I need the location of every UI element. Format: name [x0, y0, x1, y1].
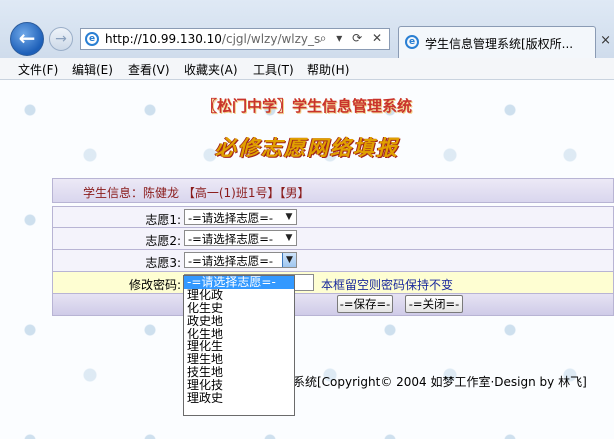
menu-bar: 文件(F) 编辑(E) 查看(V) 收藏夹(A) 工具(T) 帮助(H) [0, 58, 614, 80]
address-bar-buttons[interactable]: ⌕ ▾ ⟳ ✕ [320, 31, 385, 46]
menu-tools[interactable]: 工具(T) [253, 61, 294, 78]
menu-file[interactable]: 文件(F) [18, 61, 58, 78]
menu-view[interactable]: 查看(V) [128, 61, 170, 78]
save-button[interactable]: -=保存=- [337, 295, 393, 313]
dropdown-arrow-icon[interactable]: ▼ [282, 253, 296, 267]
choice3-dropdown-list[interactable]: -=请选择志愿=- 理化政 化生史 政史地 化生地 理化生 理生地 技生地 理化… [183, 275, 295, 416]
browser-tab[interactable]: e 学生信息管理系统[版权所... × [398, 26, 611, 58]
dropdown-option[interactable]: 理生地 [184, 353, 294, 366]
ie-page-icon: e [85, 32, 99, 46]
dropdown-option[interactable]: 理政史 [184, 392, 294, 405]
ie-tab-icon: e [405, 35, 419, 49]
dropdown-option[interactable]: 理化生 [184, 340, 294, 353]
choice3-value: -=请选择志愿=- [188, 254, 274, 268]
dropdown-arrow-icon[interactable]: ▼ [282, 210, 296, 224]
student-info: 学生信息：陈健龙 【高一(1)班1号】【男】 [83, 186, 310, 200]
button-row: -=保存=- -=关闭=- [52, 294, 614, 316]
choice1-label: 志愿1: [145, 213, 181, 227]
tab-title: 学生信息管理系统[版权所... [425, 37, 574, 51]
choice1-select[interactable]: -=请选择志愿=- ▼ [184, 209, 297, 225]
choice-form: 志愿1: -=请选择志愿=- ▼ 志愿2: -=请选择志愿=- ▼ 志愿3: -… [52, 206, 614, 316]
browser-chrome: ← → e http://10.99.130.10/cjgl/wlzy/wlzy… [0, 0, 614, 58]
page-subtitle: 必修志愿网络填报 [215, 135, 399, 160]
back-arrow-icon[interactable]: ← [10, 22, 44, 56]
dropdown-option[interactable]: 政史地 [184, 315, 294, 328]
url-path: /cjgl/wlzy/wlzy_s [221, 32, 321, 46]
dropdown-option[interactable]: 化生地 [184, 328, 294, 341]
address-text[interactable]: http://10.99.130.10/cjgl/wlzy/wlzy_s [105, 32, 320, 46]
tab-close-icon[interactable]: × [600, 33, 611, 48]
address-bar[interactable]: e http://10.99.130.10/cjgl/wlzy/wlzy_s ⌕… [80, 28, 390, 50]
dropdown-option[interactable]: 理化技 [184, 379, 294, 392]
password-label: 修改密码: [128, 278, 181, 292]
forward-arrow-icon[interactable]: → [49, 27, 73, 51]
dropdown-option[interactable]: 技生地 [184, 366, 294, 379]
password-hint: 本框留空则密码保持不变 [321, 278, 454, 292]
choice1-value: -=请选择志愿=- [188, 211, 274, 225]
close-button[interactable]: -=关闭=- [405, 295, 463, 313]
choice2-select[interactable]: -=请选择志愿=- ▼ [184, 230, 297, 246]
menu-help[interactable]: 帮助(H) [307, 61, 349, 78]
choice1-row: 志愿1: -=请选择志愿=- ▼ [52, 206, 614, 228]
school-title: 〖松门中学〗学生信息管理系统 [201, 97, 412, 115]
choice3-row: 志愿3: -=请选择志愿=- ▼ [52, 250, 614, 272]
dropdown-arrow-icon[interactable]: ▼ [282, 231, 296, 245]
password-row: 修改密码: 本框留空则密码保持不变 [52, 272, 614, 294]
choice2-row: 志愿2: -=请选择志愿=- ▼ [52, 228, 614, 250]
choice2-value: -=请选择志愿=- [188, 232, 274, 246]
choice3-label: 志愿3: [145, 256, 181, 270]
dropdown-option[interactable]: -=请选择志愿=- [184, 276, 294, 289]
dropdown-option[interactable]: 化生史 [184, 302, 294, 315]
menu-edit[interactable]: 编辑(E) [72, 61, 113, 78]
url-host: http://10.99.130.10 [105, 32, 222, 46]
student-info-bar: 学生信息：陈健龙 【高一(1)班1号】【男】 [52, 178, 614, 203]
choice2-label: 志愿2: [145, 234, 181, 248]
dropdown-option[interactable]: 理化政 [184, 289, 294, 302]
page-content: 〖松门中学〗学生信息管理系统 必修志愿网络填报 学生信息：陈健龙 【高一(1)班… [0, 80, 614, 439]
copyright-footer: 系统[Copyright© 2004 如梦工作室·Design by 林飞] [293, 375, 587, 389]
choice3-select[interactable]: -=请选择志愿=- ▼ [184, 252, 297, 268]
menu-favorites[interactable]: 收藏夹(A) [184, 61, 238, 78]
